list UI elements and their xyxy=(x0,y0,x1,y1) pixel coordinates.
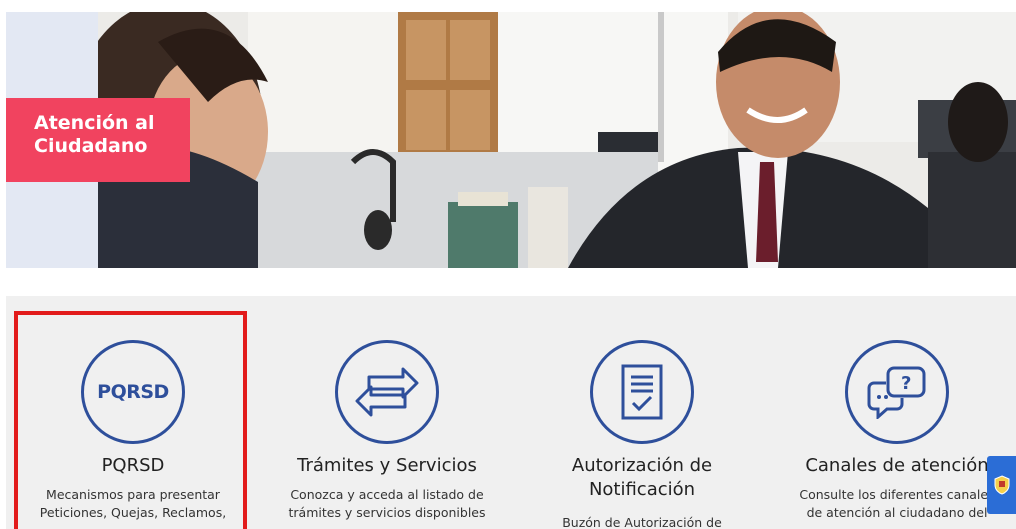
exchange-arrows-icon xyxy=(335,340,439,444)
hero-photo xyxy=(98,12,1016,268)
hero-banner: Atención al Ciudadano xyxy=(6,12,1016,268)
shield-icon xyxy=(994,475,1009,495)
svg-text:?: ? xyxy=(901,373,911,394)
card-title-line2: Notificación xyxy=(588,479,696,500)
card-title: Trámites y Servicios xyxy=(297,455,477,476)
chat-question-icon: ? xyxy=(845,340,949,444)
hero-title-badge: Atención al Ciudadano xyxy=(6,98,190,182)
document-check-icon xyxy=(590,340,694,444)
card-title: Canales de atención xyxy=(805,455,989,476)
card-title-line1: Autorización de xyxy=(571,455,713,476)
card-desc-line2: trámites y servicios disponibles xyxy=(288,505,486,520)
page: Atención al Ciudadano PQRSD PQRSD Mecani… xyxy=(0,0,1016,529)
hero-title-line1: Atención al xyxy=(34,112,155,134)
exchange-arrows-glyph xyxy=(355,367,419,417)
card-desc-line1: Buzón de Autorización de xyxy=(562,515,722,529)
floating-shield-button[interactable] xyxy=(987,456,1016,514)
hero-title-line2: Ciudadano xyxy=(34,135,148,157)
card-autorizacion[interactable]: Autorización de Notificación Buzón de Au… xyxy=(527,296,757,529)
card-desc-line2: de atención al ciudadano del xyxy=(806,505,988,520)
card-canales[interactable]: ? Canales de atención Consulte los difer… xyxy=(782,296,1012,529)
highlight-box xyxy=(14,311,247,529)
card-tramites[interactable]: Trámites y Servicios Conozca y acceda al… xyxy=(272,296,502,529)
card-desc-line1: Consulte los diferentes canales xyxy=(799,487,995,502)
chat-question-glyph: ? xyxy=(867,366,926,419)
document-check-glyph xyxy=(621,364,663,420)
card-desc-line1: Conozca y acceda al listado de xyxy=(290,487,484,502)
